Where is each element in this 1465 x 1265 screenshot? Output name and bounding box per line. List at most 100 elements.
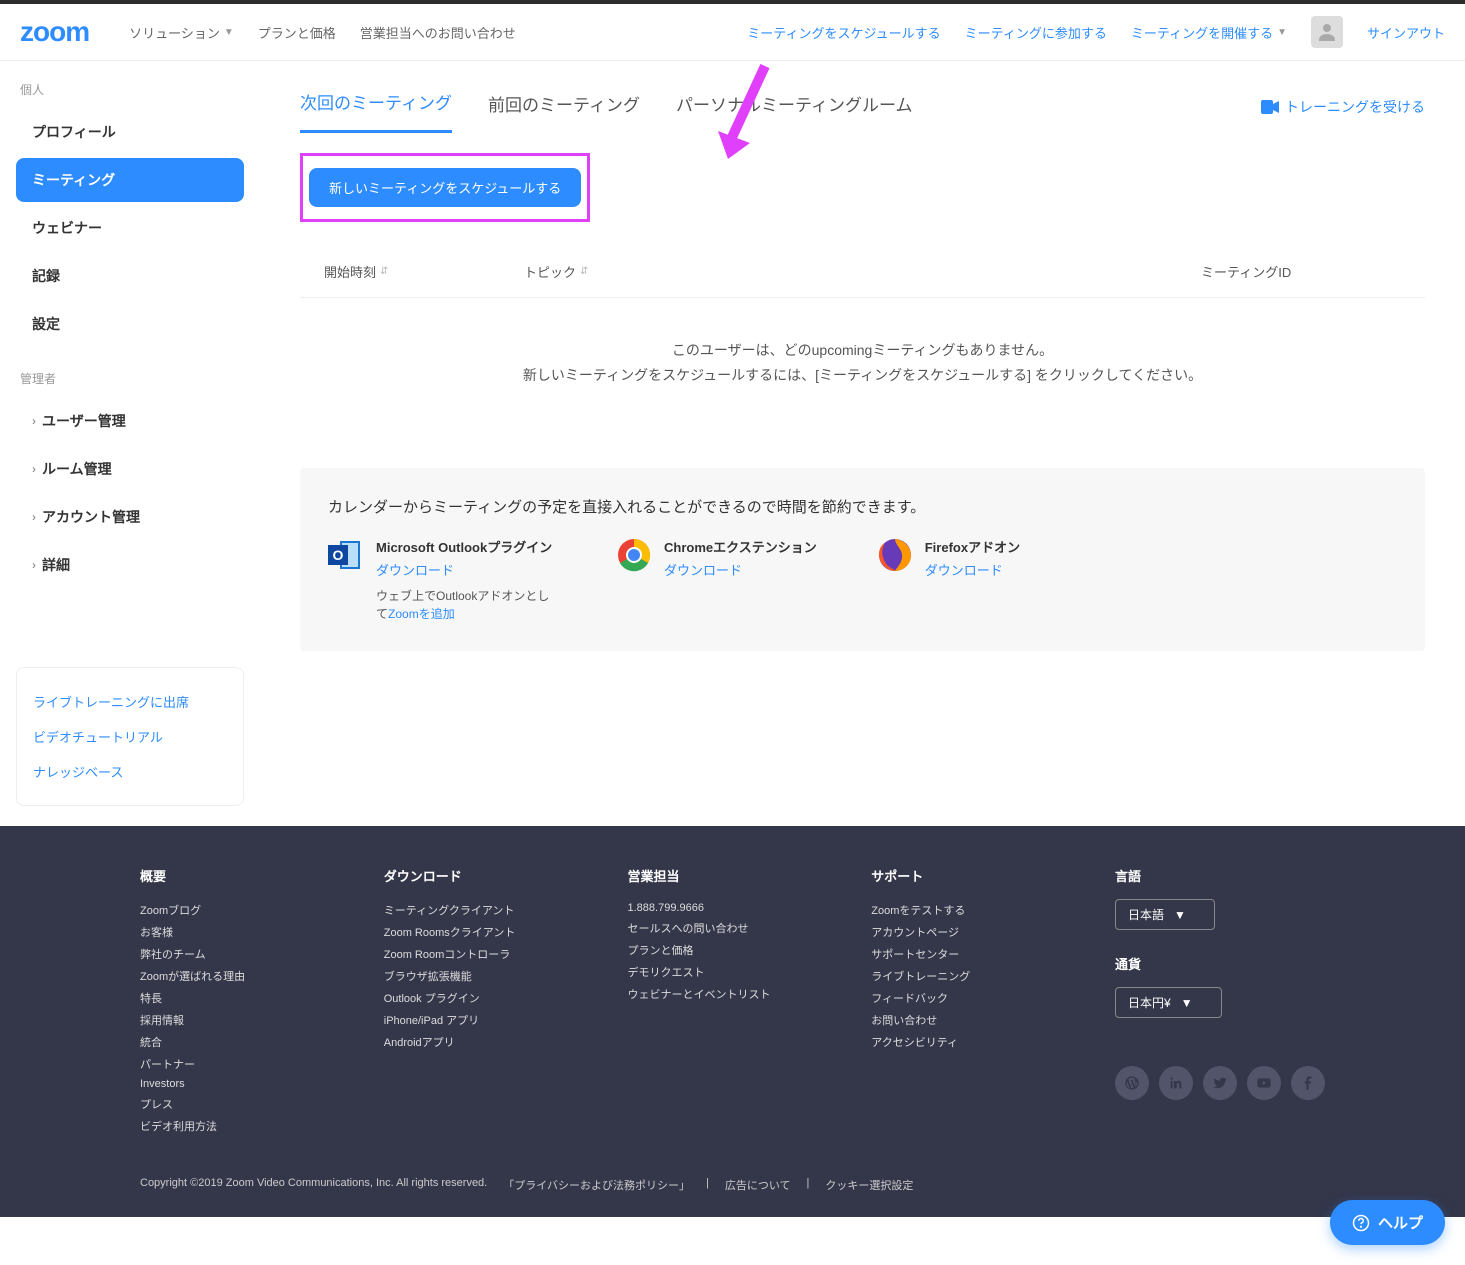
footer-link[interactable]: Zoomが選ばれる理由 bbox=[140, 965, 324, 987]
sidebar-item-settings[interactable]: 設定 bbox=[16, 302, 244, 346]
footer-heading: 概要 bbox=[140, 866, 324, 885]
footer-link[interactable]: フィードバック bbox=[871, 987, 1055, 1009]
zoom-logo[interactable]: zoom bbox=[20, 16, 89, 48]
training-link[interactable]: トレーニングを受ける bbox=[1261, 97, 1425, 117]
nav-solutions[interactable]: ソリューション▼ bbox=[129, 23, 234, 42]
integ-firefox-download[interactable]: ダウンロード bbox=[925, 560, 1020, 579]
footer-link[interactable]: Zoom Roomコントローラ bbox=[384, 943, 568, 965]
footer-col-about: 概要 Zoomブログ お客様 弊社のチーム Zoomが選ばれる理由 特長 採用情… bbox=[140, 866, 324, 1137]
sidebar-admin-label: 管理者 bbox=[16, 370, 244, 387]
help-box: ライブトレーニングに出席 ビデオチュートリアル ナレッジベース bbox=[16, 667, 244, 806]
footer-link[interactable]: パートナー bbox=[140, 1053, 324, 1075]
sidebar-item-meetings[interactable]: ミーティング bbox=[16, 158, 244, 202]
footer-link[interactable]: セールスへの問い合わせ bbox=[628, 917, 812, 939]
integ-outlook-addon-link[interactable]: Zoomを追加 bbox=[388, 607, 455, 621]
footer-legal-link[interactable]: 広告について bbox=[725, 1177, 791, 1193]
help-video-tutorials[interactable]: ビデオチュートリアル bbox=[33, 719, 227, 754]
integ-outlook-download[interactable]: ダウンロード bbox=[376, 560, 556, 579]
footer-link[interactable]: サポートセンター bbox=[871, 943, 1055, 965]
footer-link[interactable]: Zoom Roomsクライアント bbox=[384, 921, 568, 943]
footer-link[interactable]: Zoomをテストする bbox=[871, 899, 1055, 921]
select-value: 日本語 bbox=[1128, 906, 1164, 923]
sidebar-item-user-mgmt[interactable]: ›ユーザー管理 bbox=[16, 399, 244, 443]
nav-contact-sales[interactable]: 営業担当へのお問い合わせ bbox=[360, 23, 516, 42]
th-meeting-id: ミーティングID bbox=[1201, 262, 1401, 281]
integrations-title: カレンダーからミーティングの予定を直接入れることができるので時間を節約できます。 bbox=[328, 496, 1397, 517]
outlook-icon: O bbox=[328, 537, 364, 573]
table-header: 開始時刻⇵ トピック⇵ ミーティングID bbox=[300, 246, 1425, 298]
empty-line-1: このユーザーは、どのupcomingミーティングもありません。 bbox=[300, 338, 1425, 363]
person-icon bbox=[1315, 20, 1339, 44]
caret-down-icon: ▼ bbox=[1181, 996, 1193, 1010]
help-knowledge-base[interactable]: ナレッジベース bbox=[33, 754, 227, 789]
integ-chrome-download[interactable]: ダウンロード bbox=[664, 560, 817, 579]
nav-join[interactable]: ミーティングに参加する bbox=[965, 23, 1107, 42]
wordpress-icon[interactable] bbox=[1115, 1066, 1149, 1100]
footer-link[interactable]: ミーティングクライアント bbox=[384, 899, 568, 921]
footer-link[interactable]: Zoomブログ bbox=[140, 899, 324, 921]
sidebar-item-profile[interactable]: プロフィール bbox=[16, 110, 244, 154]
empty-line-2: 新しいミーティングをスケジュールするには、[ミーティングをスケジュールする] を… bbox=[300, 363, 1425, 388]
footer-link[interactable]: Androidアプリ bbox=[384, 1031, 568, 1053]
nav-plans[interactable]: プランと価格 bbox=[258, 23, 336, 42]
nav-label: ミーティングを開催する bbox=[1131, 23, 1273, 42]
tab-upcoming[interactable]: 次回のミーティング bbox=[300, 81, 452, 133]
help-live-training[interactable]: ライブトレーニングに出席 bbox=[33, 684, 227, 719]
footer-legal-link[interactable]: 「プライバシーおよび法務ポリシー」 bbox=[503, 1177, 690, 1193]
svg-text:O: O bbox=[333, 547, 344, 563]
facebook-icon[interactable] bbox=[1291, 1066, 1325, 1100]
footer-link[interactable]: ビデオ利用方法 bbox=[140, 1115, 324, 1137]
footer-link[interactable]: iPhone/iPad アプリ bbox=[384, 1009, 568, 1031]
schedule-meeting-button[interactable]: 新しいミーティングをスケジュールする bbox=[309, 168, 581, 207]
footer-link[interactable]: プレス bbox=[140, 1093, 324, 1115]
tab-previous[interactable]: 前回のミーティング bbox=[488, 83, 640, 132]
sidebar-item-label: ルーム管理 bbox=[42, 459, 112, 479]
footer-link[interactable]: アカウントページ bbox=[871, 921, 1055, 943]
linkedin-icon[interactable] bbox=[1159, 1066, 1193, 1100]
chevron-right-icon: › bbox=[32, 510, 36, 524]
sidebar-personal-label: 個人 bbox=[16, 81, 244, 98]
footer-col-locale: 言語 日本語 ▼ 通貨 日本円¥ ▼ bbox=[1115, 866, 1325, 1137]
sort-icon: ⇵ bbox=[380, 267, 388, 277]
sidebar-item-room-mgmt[interactable]: ›ルーム管理 bbox=[16, 447, 244, 491]
footer-link[interactable]: 採用情報 bbox=[140, 1009, 324, 1031]
nav-schedule[interactable]: ミーティングをスケジュールする bbox=[747, 23, 940, 42]
youtube-icon[interactable] bbox=[1247, 1066, 1281, 1100]
sidebar-item-advanced[interactable]: ›詳細 bbox=[16, 543, 244, 587]
twitter-icon[interactable] bbox=[1203, 1066, 1237, 1100]
th-topic[interactable]: トピック⇵ bbox=[524, 262, 1201, 281]
sidebar-item-recordings[interactable]: 記録 bbox=[16, 254, 244, 298]
footer-link[interactable]: プランと価格 bbox=[628, 939, 812, 961]
caret-down-icon: ▼ bbox=[1174, 908, 1186, 922]
footer-link[interactable]: 1.888.799.9666 bbox=[628, 899, 812, 917]
footer-link[interactable]: お客様 bbox=[140, 921, 324, 943]
footer-link[interactable]: ブラウザ拡張機能 bbox=[384, 965, 568, 987]
sidebar-item-webinars[interactable]: ウェビナー bbox=[16, 206, 244, 250]
sidebar-item-account-mgmt[interactable]: ›アカウント管理 bbox=[16, 495, 244, 539]
th-start-time[interactable]: 開始時刻⇵ bbox=[324, 262, 524, 281]
nav-host[interactable]: ミーティングを開催する▼ bbox=[1131, 23, 1287, 42]
footer-link[interactable]: 弊社のチーム bbox=[140, 943, 324, 965]
nav-label: ソリューション bbox=[129, 23, 220, 42]
footer-link[interactable]: アクセシビリティ bbox=[871, 1031, 1055, 1053]
footer-heading: 営業担当 bbox=[628, 866, 812, 885]
footer-legal-link[interactable]: クッキー選択設定 bbox=[825, 1177, 913, 1193]
tab-personal-room[interactable]: パーソナルミーティングルーム bbox=[676, 83, 912, 132]
footer-link[interactable]: ライブトレーニング bbox=[871, 965, 1055, 987]
footer-link[interactable]: 統合 bbox=[140, 1031, 324, 1053]
footer-link[interactable]: デモリクエスト bbox=[628, 961, 812, 983]
help-fab-button[interactable]: ヘルプ bbox=[1330, 1200, 1445, 1245]
avatar[interactable] bbox=[1311, 16, 1343, 48]
footer-link[interactable]: 特長 bbox=[140, 987, 324, 1009]
help-fab-label: ヘルプ bbox=[1378, 1212, 1423, 1233]
select-value: 日本円¥ bbox=[1128, 994, 1171, 1011]
footer-link[interactable]: Outlook プラグイン bbox=[384, 987, 568, 1009]
currency-select[interactable]: 日本円¥ ▼ bbox=[1115, 987, 1222, 1018]
footer-link[interactable]: ウェビナーとイベントリスト bbox=[628, 983, 812, 1005]
footer-link[interactable]: Investors bbox=[140, 1075, 324, 1093]
language-select[interactable]: 日本語 ▼ bbox=[1115, 899, 1215, 930]
footer-link[interactable]: お問い合わせ bbox=[871, 1009, 1055, 1031]
signout-link[interactable]: サインアウト bbox=[1367, 23, 1445, 42]
footer-heading: サポート bbox=[871, 866, 1055, 885]
integ-chrome-name: Chromeエクステンション bbox=[664, 537, 817, 556]
